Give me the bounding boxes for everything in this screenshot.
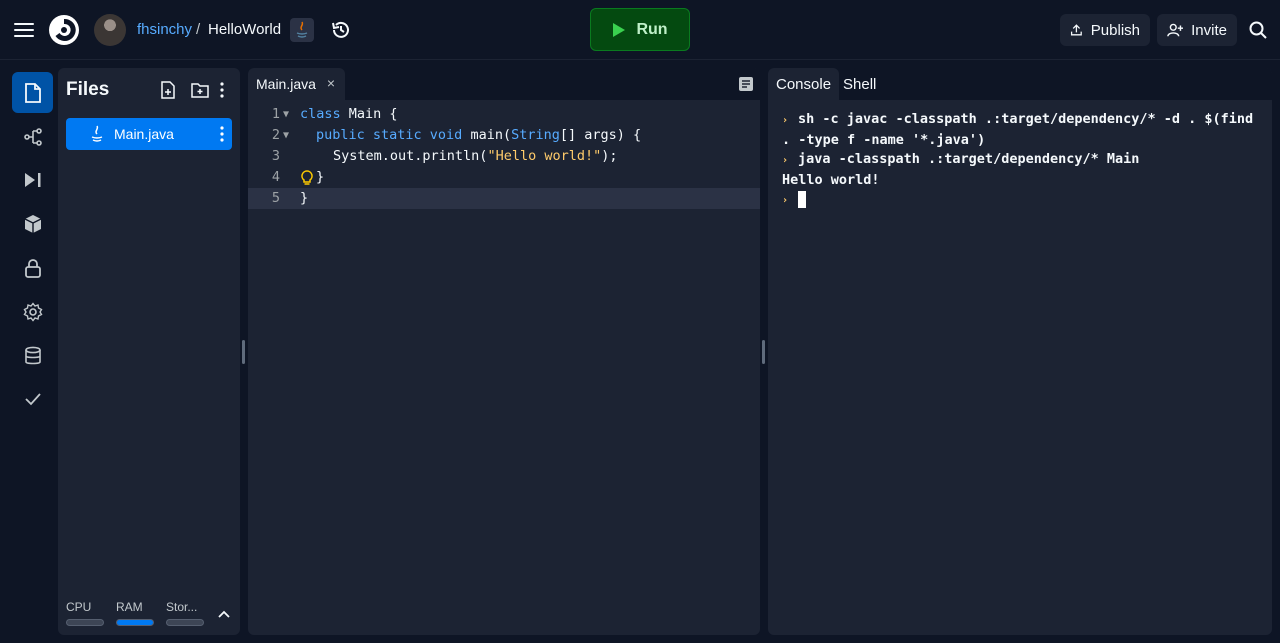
code-editor: Main.java × 1 ▼ class Main { 2 ▼ public … [248, 68, 760, 635]
invite-button[interactable]: Invite [1157, 14, 1237, 46]
code-token: ); [601, 148, 618, 164]
avatar[interactable] [94, 14, 126, 46]
files-icon[interactable] [12, 72, 53, 113]
line-number: 2 [271, 127, 280, 143]
repl-name[interactable]: HelloWorld [208, 21, 281, 38]
code-line: 2 ▼ public static void main(String[] arg… [248, 125, 760, 146]
java-icon[interactable] [290, 18, 314, 42]
code-token: } [300, 190, 309, 206]
play-icon [613, 22, 626, 37]
cpu-meter [66, 619, 104, 626]
terminal-cursor [798, 190, 806, 208]
terminal-line: . -type f -name '*.java') [782, 131, 1266, 151]
console-tab-bar: Console Shell [768, 68, 1272, 100]
code-line: 3 System.out.println("Hello world!"); [248, 146, 760, 167]
publish-button[interactable]: Publish [1060, 14, 1150, 46]
code-token: class [300, 106, 341, 122]
fold-arrow-icon[interactable]: ▼ [283, 104, 289, 125]
add-user-icon [1167, 23, 1184, 37]
new-file-icon[interactable] [158, 80, 178, 100]
code-token: String [511, 127, 560, 143]
line-number: 4 [271, 169, 280, 185]
command-text: java -classpath .:target/dependency/* Ma… [798, 151, 1140, 167]
publish-label: Publish [1090, 21, 1140, 39]
terminal-line: › sh -c javac -classpath .:target/depende… [782, 110, 1266, 131]
ram-label: RAM [116, 600, 143, 614]
prompt-icon: › [782, 195, 789, 206]
editor-tab-bar: Main.java × [248, 68, 760, 100]
top-bar: fhsinchy / HelloWorld Run Publish Invite [0, 0, 1280, 60]
code-token: Main { [340, 106, 398, 122]
files-title: Files [66, 79, 110, 100]
upload-icon [1070, 24, 1082, 36]
menu-icon[interactable] [12, 18, 36, 42]
terminal-output[interactable]: › sh -c javac -classpath .:target/depende… [782, 110, 1266, 211]
code-token: "Hello world!" [487, 148, 602, 164]
secrets-icon[interactable] [12, 247, 53, 288]
history-icon[interactable] [329, 18, 353, 42]
file-name: Main.java [114, 126, 174, 142]
code-area[interactable]: 1 ▼ class Main { 2 ▼ public static void … [248, 104, 760, 209]
storage-meter [166, 619, 204, 626]
command-text: sh -c javac -classpath .:target/dependen… [798, 111, 1254, 127]
code-token: System.out.println( [333, 148, 488, 164]
owner-link[interactable]: fhsinchy [137, 21, 192, 38]
program-output: Hello world! [782, 171, 880, 188]
run-button-label: Run [636, 20, 668, 38]
prompt-icon: › [782, 115, 789, 126]
database-icon[interactable] [12, 335, 53, 376]
left-nav [0, 60, 58, 643]
new-folder-icon[interactable] [190, 80, 210, 100]
cpu-label: CPU [66, 600, 92, 614]
breadcrumb-separator: / [196, 21, 201, 38]
code-token: public static void [316, 127, 463, 143]
file-options-icon[interactable] [216, 124, 228, 144]
resize-handle[interactable] [762, 340, 765, 364]
more-options-icon[interactable] [212, 80, 232, 100]
code-line: 4 } [248, 167, 760, 188]
code-token: [] args) { [559, 127, 642, 143]
debugger-icon[interactable] [12, 159, 53, 200]
resize-handle[interactable] [242, 340, 245, 364]
close-icon[interactable]: × [327, 75, 335, 91]
chevron-up-icon[interactable] [216, 606, 232, 622]
tab-console[interactable]: Console [768, 68, 840, 100]
code-token: main( [462, 127, 512, 143]
code-line-active: 5 } [248, 188, 760, 209]
storage-label: Stor... [166, 600, 198, 614]
packages-icon[interactable] [12, 203, 53, 244]
line-number: 3 [271, 148, 280, 164]
ram-meter [116, 619, 154, 626]
terminal-line: › java -classpath .:target/dependency/* M… [782, 150, 1266, 171]
command-text: . -type f -name '*.java') [782, 131, 986, 148]
tab-main-java[interactable]: Main.java × [248, 68, 345, 100]
terminal-line: Hello world! [782, 171, 1266, 191]
line-number: 5 [271, 190, 280, 206]
run-button[interactable]: Run [590, 8, 690, 51]
console-panel: Console Shell › sh -c javac -classpath .:… [768, 68, 1272, 635]
git-icon[interactable] [12, 116, 53, 157]
file-item-main-java[interactable]: Main.java [66, 118, 232, 150]
unit-tests-icon[interactable] [12, 378, 53, 419]
line-number: 1 [271, 106, 280, 122]
tab-shell[interactable]: Shell [835, 68, 884, 100]
tab-label: Main.java [256, 76, 316, 92]
fold-arrow-icon[interactable]: ▼ [283, 125, 289, 146]
editor-menu-icon[interactable] [736, 74, 756, 94]
invite-label: Invite [1191, 21, 1227, 39]
java-icon [88, 124, 106, 144]
prompt-icon: › [782, 155, 789, 166]
replit-logo-icon[interactable] [47, 13, 81, 47]
code-token: } [316, 169, 325, 185]
code-line: 1 ▼ class Main { [248, 104, 760, 125]
lightbulb-icon[interactable] [300, 169, 314, 186]
files-panel: Files Main.java CPU RAM Stor... [58, 68, 240, 635]
settings-icon[interactable] [12, 291, 53, 332]
terminal-line: › [782, 190, 1266, 211]
search-icon[interactable] [1246, 18, 1270, 42]
